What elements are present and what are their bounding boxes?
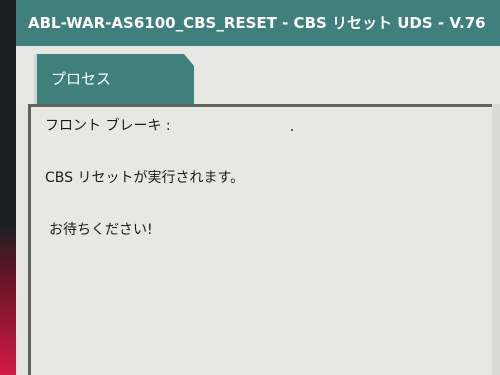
please-wait-message: お待ちください! — [49, 222, 153, 238]
cursor-dot — [291, 129, 293, 131]
app-window: ABL-WAR-AS6100_CBS_RESET - CBS リセット UDS … — [16, 0, 500, 375]
front-brake-label: フロント ブレーキ : — [45, 118, 171, 134]
window-title: ABL-WAR-AS6100_CBS_RESET - CBS リセット UDS … — [16, 0, 500, 46]
message-panel: フロント ブレーキ : CBS リセットが実行されます。 お待ちください! — [28, 104, 500, 375]
scrollbar-track — [492, 104, 500, 375]
tab-process[interactable]: プロセス — [34, 54, 194, 104]
cbs-reset-message: CBS リセットが実行されます。 — [45, 170, 245, 186]
